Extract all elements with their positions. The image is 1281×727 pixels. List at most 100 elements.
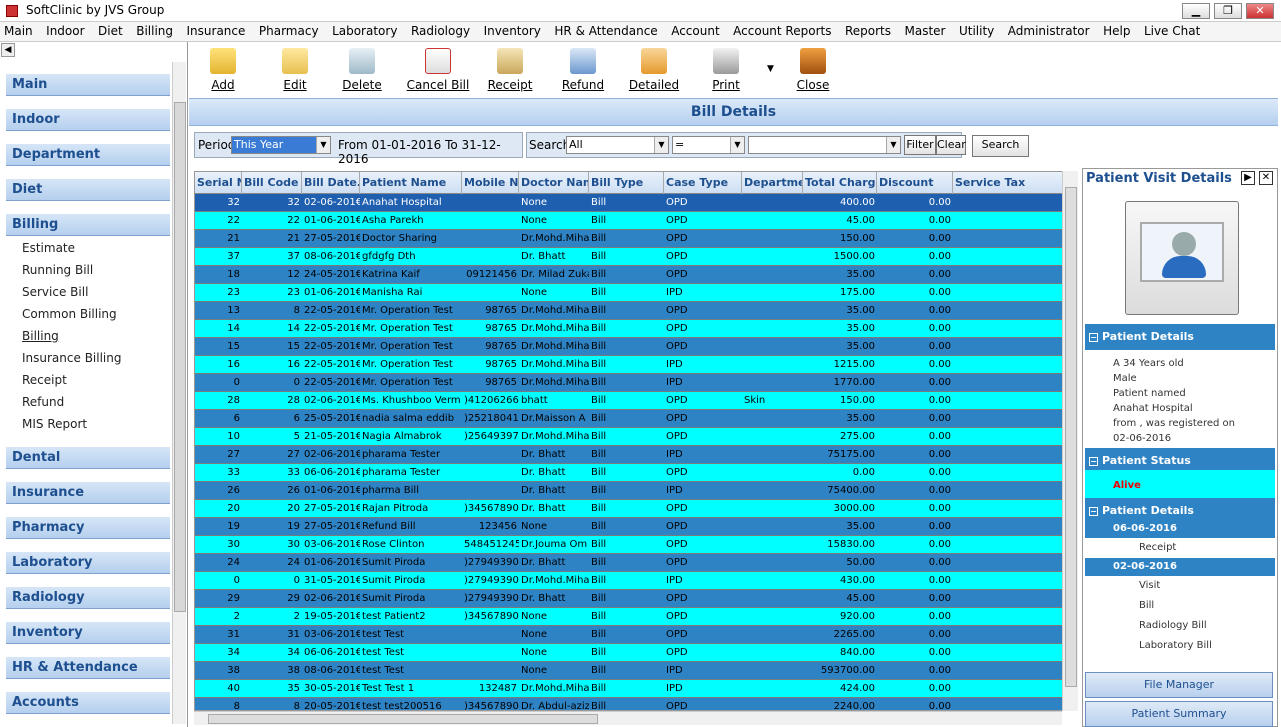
menu-indoor[interactable]: Indoor — [42, 22, 88, 38]
sidebar-group-department[interactable]: Department — [6, 144, 170, 166]
minimize-button[interactable]: ▁ — [1182, 3, 1210, 19]
table-row[interactable]: 30 30 03-06-201€ Rose Clinton 548451245 Dr.Jo… — [195, 536, 1063, 554]
menu-live-chat[interactable]: Live Chat — [1140, 22, 1204, 38]
menu-help[interactable]: Help — [1099, 22, 1134, 38]
sidebar-item-common-billing[interactable]: Common Billing — [22, 307, 117, 321]
sidebar-item-insurance-billing[interactable]: Insurance Billing — [22, 351, 121, 365]
sidebar-group-diet[interactable]: Diet — [6, 179, 170, 201]
table-row[interactable]: 26 26 01-06-201€ pharma Bill Dr. Bhatt Bill IP… — [195, 482, 1063, 500]
maximize-button[interactable]: ❐ — [1214, 3, 1242, 19]
menu-insurance[interactable]: Insurance — [183, 22, 250, 38]
pin-panel-icon[interactable]: ▶ — [1241, 171, 1255, 185]
menu-billing[interactable]: Billing — [132, 22, 177, 38]
table-row[interactable]: 23 23 01-06-201€ Manisha Rai None Bill IPD 175.… — [195, 284, 1063, 302]
visit-date-node[interactable]: 02-06-2016 — [1085, 558, 1275, 576]
menu-pharmacy[interactable]: Pharmacy — [255, 22, 323, 38]
operator-select[interactable]: = ▼ — [672, 136, 745, 154]
receipt-button[interactable]: Receipt — [478, 46, 542, 92]
col-bill-date[interactable]: Bill Date. — [302, 172, 360, 194]
close-window-button[interactable]: ✕ — [1246, 3, 1274, 19]
close-panel-icon[interactable]: ✕ — [1259, 171, 1273, 185]
col-serial-no[interactable]: Serial N — [195, 172, 242, 194]
table-row[interactable]: 15 15 22-05-201€ Mr. Operation Test 98765 Dr.… — [195, 338, 1063, 356]
search-button[interactable]: Search — [972, 135, 1029, 157]
table-row[interactable]: 38 38 08-06-201€ test Test None Bill IPD 593700… — [195, 662, 1063, 680]
filter-button[interactable]: Filter — [904, 135, 936, 155]
detailed-button[interactable]: Detailed — [622, 46, 686, 92]
sidebar-item-service-bill[interactable]: Service Bill — [22, 285, 88, 299]
delete-button[interactable]: Delete — [330, 46, 394, 92]
col-case-type[interactable]: Case Type — [664, 172, 742, 194]
print-button[interactable]: Print — [694, 46, 758, 92]
cancel-bill-button[interactable]: Cancel Bill — [400, 46, 476, 92]
menu-utility[interactable]: Utility — [955, 22, 998, 38]
table-row[interactable]: 8 8 20-05-201€ test test200516)34567890 Dr. … — [195, 698, 1063, 710]
menu-laboratory[interactable]: Laboratory — [328, 22, 401, 38]
menu-radiology[interactable]: Radiology — [407, 22, 474, 38]
grid-vertical-scrollbar[interactable] — [1062, 171, 1078, 711]
collapse-sidebar-button[interactable]: ◀ — [1, 43, 15, 57]
col-bill-type[interactable]: Bill Type — [589, 172, 664, 194]
table-row[interactable]: 37 37 08-06-201€ gfdgfg Dth Dr. Bhatt Bill OPD… — [195, 248, 1063, 266]
table-row[interactable]: 32 32 02-06-201€ Anahat Hospital None Bill OPD… — [195, 194, 1063, 212]
table-row[interactable]: 6 6 25-05-201€ nadia salma eddib)25218041 Dr… — [195, 410, 1063, 428]
add-button[interactable]: Add — [191, 46, 255, 92]
visit-item[interactable]: Receipt — [1139, 542, 1176, 553]
col-doctor-name[interactable]: Doctor Nam — [519, 172, 589, 194]
table-row[interactable]: 34 34 06-06-201€ test Test None Bill OPD 840.00… — [195, 644, 1063, 662]
menu-main[interactable]: Main — [0, 22, 37, 38]
menu-account-reports[interactable]: Account Reports — [729, 22, 835, 38]
sidebar-group-main[interactable]: Main — [6, 74, 170, 96]
table-row[interactable]: 29 29 02-06-201€ Sumit Piroda)27949390 Dr. B… — [195, 590, 1063, 608]
col-service-tax[interactable]: Service Tax — [953, 172, 1063, 194]
table-row[interactable]: 14 14 22-05-201€ Mr. Operation Test 98765 Dr.… — [195, 320, 1063, 338]
col-discount[interactable]: Discount — [877, 172, 953, 194]
table-row[interactable]: 16 16 22-05-201€ Mr. Operation Test 98765 Dr.… — [195, 356, 1063, 374]
sidebar-group-inventory[interactable]: Inventory — [6, 622, 170, 644]
sidebar-group-radiology[interactable]: Radiology — [6, 587, 170, 609]
grid-horizontal-scroll-thumb[interactable] — [208, 714, 598, 724]
table-row[interactable]: 20 20 27-05-201€ Rajan Pitroda)34567890 Dr. … — [195, 500, 1063, 518]
clear-button[interactable]: Clear — [936, 135, 966, 155]
sidebar-item-mis-report[interactable]: MIS Report — [22, 417, 87, 431]
visit-item[interactable]: Laboratory Bill — [1139, 640, 1212, 651]
menu-diet[interactable]: Diet — [94, 22, 127, 38]
patient-photo[interactable] — [1125, 201, 1239, 315]
sidebar-item-receipt[interactable]: Receipt — [22, 373, 67, 387]
sidebar-group-dental[interactable]: Dental — [6, 447, 170, 469]
col-bill-code[interactable]: Bill Code — [242, 172, 302, 194]
sidebar-item-billing[interactable]: Billing — [22, 329, 59, 343]
menu-master[interactable]: Master — [900, 22, 949, 38]
table-row[interactable]: 21 21 27-05-201€ Doctor Sharing Dr.Mohd.Miha… — [195, 230, 1063, 248]
col-department[interactable]: Departme — [742, 172, 803, 194]
table-row[interactable]: 31 31 03-06-201€ test Test None Bill OPD 2265.0… — [195, 626, 1063, 644]
table-row[interactable]: 33 33 06-06-201€ pharama Tester Dr. Bhatt Bil… — [195, 464, 1063, 482]
visit-item[interactable]: Bill — [1139, 600, 1154, 611]
visit-item[interactable]: Radiology Bill — [1139, 620, 1207, 631]
sidebar-group-insurance[interactable]: Insurance — [6, 482, 170, 504]
table-row[interactable]: 28 28 02-06-201€ Ms. Khushboo Verm)41206266… — [195, 392, 1063, 410]
menu-account[interactable]: Account — [667, 22, 723, 38]
table-row[interactable]: 24 24 01-06-201€ Sumit Piroda)27949390 Dr. B… — [195, 554, 1063, 572]
search-value-select[interactable]: ▼ — [748, 136, 901, 154]
close-button[interactable]: Close — [781, 46, 845, 92]
visit-date-node[interactable]: 06-06-2016 — [1085, 520, 1275, 538]
sidebar-group-laboratory[interactable]: Laboratory — [6, 552, 170, 574]
table-row[interactable]: 18 12 24-05-201€ Katrina Kaif 09121456 Dr. Mi… — [195, 266, 1063, 284]
table-row[interactable]: 2 2 19-05-201€ test Patient2)34567890 None Bi… — [195, 608, 1063, 626]
patient-summary-button[interactable]: Patient Summary — [1085, 701, 1273, 727]
refund-button[interactable]: Refund — [551, 46, 615, 92]
print-dropdown-arrow[interactable]: ▼ — [767, 64, 774, 74]
table-row[interactable]: 27 27 02-06-201€ pharama Tester Dr. Bhatt Bil… — [195, 446, 1063, 464]
menu-administrator[interactable]: Administrator — [1004, 22, 1094, 38]
sidebar-group-hr-attendance[interactable]: HR & Attendance — [6, 657, 170, 679]
sidebar-item-estimate[interactable]: Estimate — [22, 241, 75, 255]
menu-reports[interactable]: Reports — [841, 22, 895, 38]
table-row[interactable]: 40 35 30-05-201€ Test Test 1 132487 Dr.Mohd.M… — [195, 680, 1063, 698]
file-manager-button[interactable]: File Manager — [1085, 672, 1273, 698]
table-row[interactable]: 10 5 21-05-201€ Nagia Almabrok)25649397 Dr.M… — [195, 428, 1063, 446]
sidebar-item-running-bill[interactable]: Running Bill — [22, 263, 93, 277]
grid-vertical-scroll-thumb[interactable] — [1065, 187, 1077, 687]
patient-details-header[interactable]: − Patient Details — [1085, 324, 1275, 350]
table-row[interactable]: 0 0 31-05-201€ Sumit Piroda)27949390 Dr.Mohd… — [195, 572, 1063, 590]
